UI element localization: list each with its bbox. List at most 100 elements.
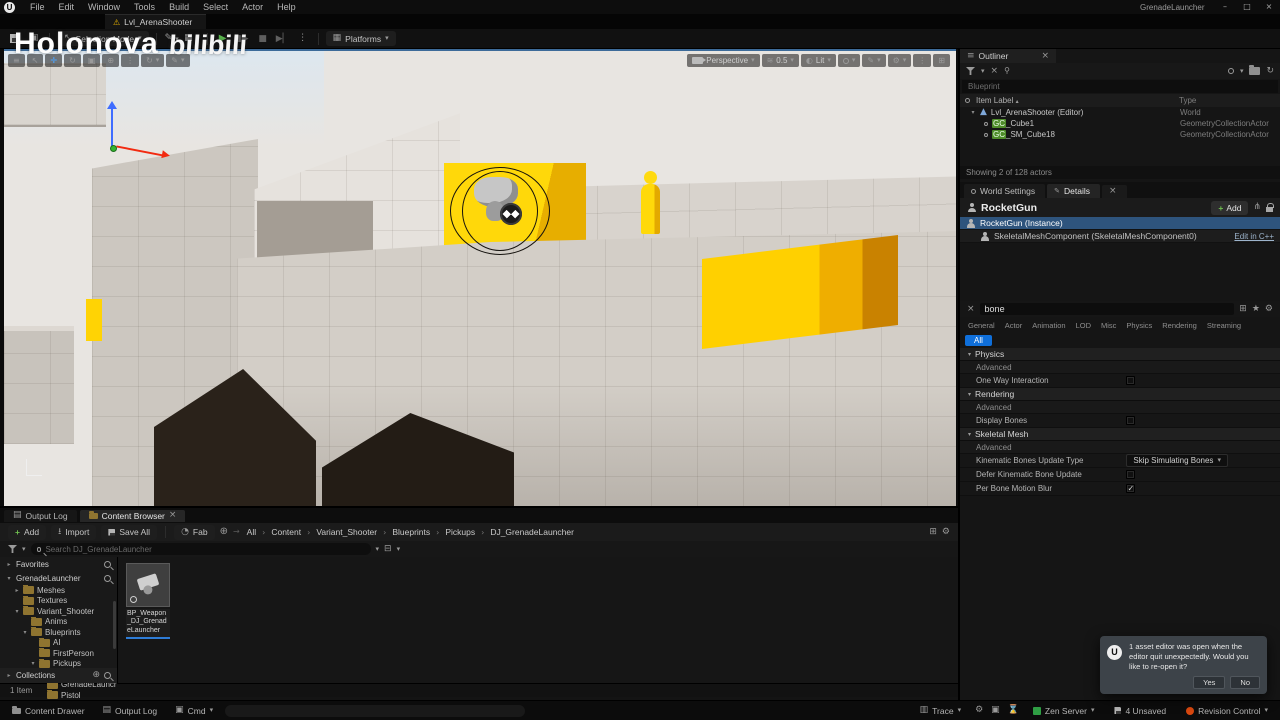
tab-world-settings[interactable]: World Settings — [964, 184, 1046, 198]
rotation-snap-icon[interactable]: ✎ ▾ — [166, 54, 190, 67]
trace-dropdown[interactable]: ▥ Trace ▾ — [914, 703, 967, 718]
outliner-tab[interactable]: ≡ Outliner × — [960, 49, 1056, 63]
tab-content-browser[interactable]: Content Browser × — [79, 509, 186, 522]
output-log-button[interactable]: ▤ Output Log — [97, 703, 164, 718]
play-options-icon[interactable]: ⋮ — [295, 31, 311, 46]
details-settings-icon[interactable]: ⚙ — [1265, 304, 1273, 314]
component-row-rocketgun[interactable]: RocketGun (Instance) — [960, 217, 1280, 230]
console-input[interactable] — [225, 704, 526, 717]
one-way-interaction-checkbox[interactable] — [1126, 376, 1136, 385]
settings-status-icon[interactable]: ⚙ — [975, 706, 983, 715]
cat-all-chip[interactable]: All — [965, 335, 992, 346]
folder-meshes[interactable]: ▸ Meshes — [0, 585, 117, 596]
outliner-filter-bar[interactable]: Blueprint — [962, 80, 1278, 93]
section-rendering[interactable]: Rendering — [960, 388, 1280, 401]
save-all-button[interactable]: Save All — [101, 524, 158, 540]
breadcrumb-dj-grenadelauncher[interactable]: DJ_GrenadeLauncher — [488, 527, 576, 537]
back-icon[interactable]: ⊕ — [220, 527, 228, 537]
selection-mode-dropdown[interactable]: ↖ Selection Mode ▾ — [57, 31, 149, 46]
root-search-icon[interactable] — [104, 574, 111, 582]
visibility-column-icon[interactable] — [965, 98, 970, 103]
blueprint-convert-icon[interactable]: ⋔ — [1253, 203, 1261, 212]
tab-level[interactable]: ⚠ Lvl_ArenaShooter — [105, 14, 207, 29]
save-icon[interactable] — [6, 31, 22, 46]
view-mode-dropdown[interactable]: ◐ Lit ▾ — [800, 54, 836, 67]
viewport-options-icon[interactable]: ≡ — [8, 54, 25, 67]
kinematic-bones-dropdown[interactable]: Skip Simulating Bones ▾ — [1126, 454, 1228, 467]
unsaved-button[interactable]: 4 Unsaved — [1108, 703, 1172, 718]
breadcrumb-blueprints[interactable]: Blueprints — [390, 527, 432, 537]
tab-details[interactable]: ✎ Details — [1047, 184, 1100, 198]
cat-streaming[interactable]: Streaming — [1203, 319, 1245, 332]
breadcrumb-content[interactable]: Content — [269, 527, 303, 537]
rotate-tool-icon[interactable]: ↻ — [64, 54, 81, 67]
favorites-search-icon[interactable] — [104, 560, 111, 568]
add-component-button[interactable]: + Add — [1211, 200, 1249, 215]
maximize-viewport-icon[interactable]: ⊞ — [933, 54, 950, 67]
tree-scrollbar[interactable] — [113, 601, 116, 649]
details-search-input[interactable]: bone — [979, 303, 1235, 315]
cb-search-input[interactable] — [45, 544, 365, 554]
menu-window[interactable]: Window — [81, 0, 127, 14]
column-type[interactable]: Type — [1179, 96, 1275, 105]
blueprints-dropdown-icon[interactable]: ✎ — [164, 31, 180, 46]
cb-search-box[interactable] — [30, 543, 371, 555]
grid-snap-icon[interactable]: ↻ ▾ — [141, 54, 165, 67]
breadcrumb-all[interactable]: All — [245, 527, 258, 537]
breadcrumb-variant-shooter[interactable]: Variant_Shooter — [314, 527, 379, 537]
cmd-dropdown[interactable]: ▣ Cmd ▾ — [169, 703, 219, 718]
close-button[interactable]: × — [1258, 0, 1280, 14]
lock-icon[interactable] — [1266, 203, 1274, 212]
per-bone-motion-blur-checkbox[interactable]: ✓ — [1126, 484, 1136, 493]
gizmo-origin[interactable] — [110, 145, 117, 152]
cat-actor[interactable]: Actor — [1001, 319, 1027, 332]
import-button[interactable]: ⭳ Import — [51, 524, 97, 540]
folder-textures[interactable]: Textures — [0, 595, 117, 607]
edit-in-cpp-link[interactable]: Edit in C++ — [1234, 232, 1274, 241]
create-folder-icon[interactable] — [1249, 65, 1261, 75]
cat-rendering[interactable]: Rendering — [1158, 319, 1201, 332]
toast-no-button[interactable]: No — [1230, 676, 1260, 689]
stop-button[interactable]: ■ — [255, 31, 271, 46]
cat-general[interactable]: General — [964, 319, 999, 332]
menu-file[interactable]: File — [23, 0, 52, 14]
filter-icon[interactable] — [966, 67, 975, 75]
launch-button[interactable]: ▶▏ — [275, 31, 291, 46]
content-browser-close-icon[interactable]: × — [169, 511, 177, 520]
outliner-row-cube18[interactable]: GC_SM_Cube18 GeometryCollectionActor — [960, 129, 1280, 140]
revision-control-dropdown[interactable]: Revision Control ▾ — [1180, 703, 1274, 718]
viewport-settings-icon[interactable]: ⚙ ▾ — [887, 54, 912, 67]
asset-tile-bp-weapon[interactable]: BP_Weapon_DJ_GrenadeLauncher — [126, 563, 174, 640]
viewport-more-icon[interactable]: ⋮ — [913, 54, 932, 67]
dock-in-layout-icon[interactable]: ⊞ — [929, 527, 937, 537]
move-tool-icon[interactable]: ✛ — [45, 54, 63, 67]
cat-animation[interactable]: Animation — [1028, 319, 1069, 332]
viewmode-brush-icon[interactable]: ✎ ▾ — [862, 54, 886, 67]
folder-pistol[interactable]: Pistol — [0, 690, 117, 701]
camera-speed-dropdown[interactable]: ≋ 0.5 ▾ — [761, 54, 799, 67]
section-physics[interactable]: Physics — [960, 348, 1280, 361]
column-item-label[interactable]: Item Label ▴ — [976, 96, 1173, 105]
hourglass-icon[interactable]: ⌛ — [1008, 706, 1019, 715]
collections-header[interactable]: ▸ Collections ⊕ — [0, 668, 117, 683]
favorites-header[interactable]: ▸ Favorites — [0, 557, 117, 571]
outliner-close-icon[interactable]: × — [1041, 51, 1049, 61]
favorites-icon[interactable]: ★ — [1252, 304, 1260, 314]
eye-icon[interactable] — [984, 132, 988, 137]
play-button[interactable]: ▶ — [215, 31, 231, 46]
clear-search-icon[interactable]: × — [967, 304, 975, 314]
gizmo-axis-z[interactable] — [111, 107, 113, 147]
surface-snap-icon[interactable]: ⋮ — [121, 54, 140, 67]
collections-search-icon[interactable] — [104, 672, 111, 679]
unreal-logo-icon[interactable]: U — [4, 1, 15, 13]
zen-server-dropdown[interactable]: Zen Server ▾ — [1027, 703, 1101, 718]
view-options-icon[interactable]: ⊟ — [384, 544, 392, 554]
defer-kinematic-checkbox[interactable] — [1126, 470, 1136, 479]
breadcrumb-pickups[interactable]: Pickups — [443, 527, 477, 537]
skip-button[interactable]: ▮▶ — [235, 31, 251, 46]
tab-output-log[interactable]: ▤ Output Log — [4, 509, 77, 522]
forward-icon[interactable]: → — [233, 528, 240, 536]
perspective-dropdown[interactable]: Perspective ▾ — [687, 54, 760, 67]
clear-filter-icon[interactable]: × — [991, 66, 999, 76]
sub-advanced-physics[interactable]: Advanced — [960, 361, 1280, 374]
